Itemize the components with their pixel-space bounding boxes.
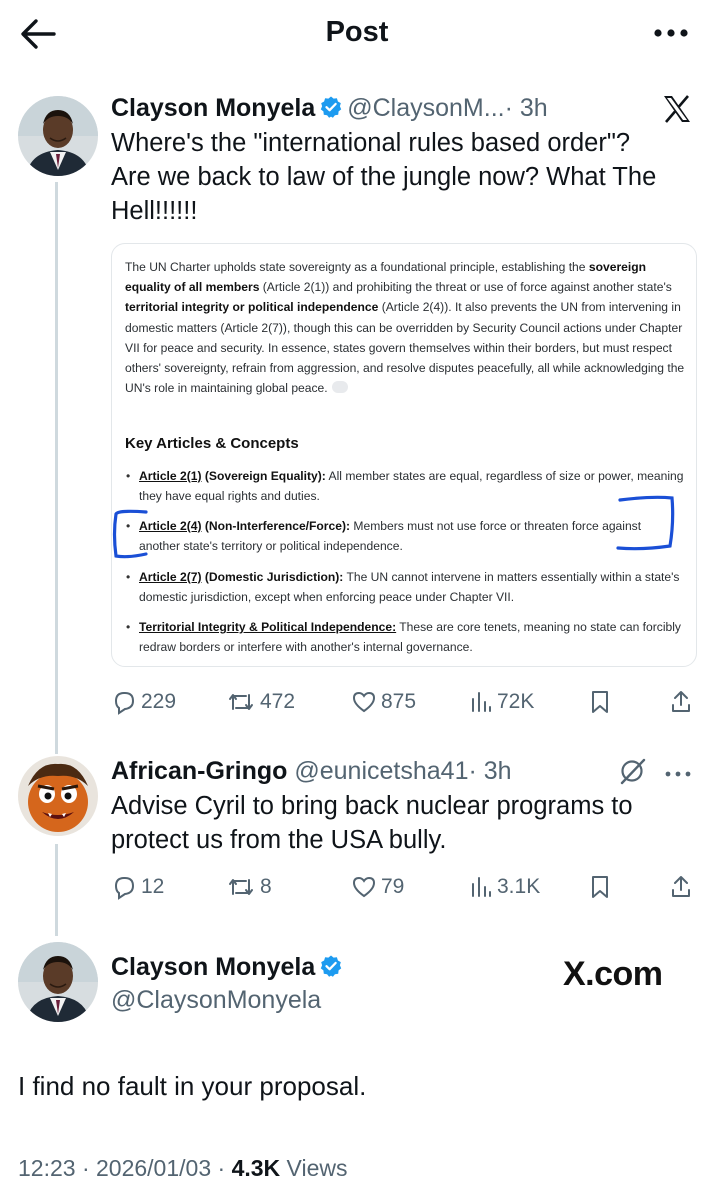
reply-button[interactable]: 12 xyxy=(111,872,164,902)
verified-badge-icon xyxy=(319,954,343,985)
views-button[interactable]: 3.1K xyxy=(469,872,540,902)
analytics-icon xyxy=(472,877,491,897)
repost-button[interactable]: 472 xyxy=(226,687,295,717)
focused-handle-row: @ClaysonMonyela xyxy=(111,985,321,1015)
reply-icon xyxy=(114,692,135,715)
post-meta: 12:23 · 2026/01/03 · 4.3K Views xyxy=(18,1155,347,1182)
reply-author-avatar[interactable] xyxy=(18,756,98,836)
post-text-line: Where's the "international rules based o… xyxy=(111,129,631,157)
pen-bracket-right-icon xyxy=(616,495,675,551)
person-photo-icon xyxy=(18,942,98,1022)
post-time[interactable]: · 3h xyxy=(505,94,548,122)
author-name[interactable]: Clayson Monyela xyxy=(111,94,315,122)
share-button[interactable] xyxy=(669,872,697,902)
reply-author-handle[interactable]: @eunicetsha41 xyxy=(294,757,468,785)
focused-author-name[interactable]: Clayson Monyela xyxy=(111,953,315,981)
author-handle[interactable]: @ClaysonM... xyxy=(347,94,504,122)
reply-more-button[interactable] xyxy=(664,766,692,784)
post-timestamp[interactable]: 12:23 · 2026/01/03 · xyxy=(18,1155,232,1181)
bookmark-icon xyxy=(592,691,608,713)
reply-text: Advise Cyril to bring back nuclear progr… xyxy=(111,789,701,857)
views-button[interactable]: 72K xyxy=(469,687,534,717)
top-bar: Post xyxy=(0,0,714,70)
more-options-button[interactable] xyxy=(652,26,692,40)
embed-bullet: Article 2(1) (Sovereign Equality): All m… xyxy=(125,466,693,506)
bookmark-icon xyxy=(592,876,608,898)
post-text-line: Hell!!!!!! xyxy=(111,197,198,225)
repost-count: 472 xyxy=(260,690,296,713)
embed-section-title: Key Articles & Concepts xyxy=(125,435,299,452)
reply-header: African-Gringo @eunicetsha41· 3h xyxy=(111,756,512,786)
x-logo-icon xyxy=(662,95,692,128)
link-icon xyxy=(331,381,348,394)
reply-text-line: Advise Cyril to bring back nuclear progr… xyxy=(111,792,633,820)
reply-text-line: protect us from the USA bully. xyxy=(111,826,447,854)
heart-icon xyxy=(352,691,376,713)
embedded-image[interactable]: The UN Charter upholds state sovereignty… xyxy=(111,243,697,667)
author-avatar[interactable] xyxy=(18,96,98,176)
share-button[interactable] xyxy=(669,687,697,717)
verified-badge-icon xyxy=(319,95,343,126)
focused-post-text: I find no fault in your proposal. xyxy=(18,1071,367,1101)
share-icon xyxy=(672,691,690,712)
bookmark-button[interactable] xyxy=(589,687,615,717)
repost-button[interactable]: 8 xyxy=(226,872,272,902)
reply-count: 229 xyxy=(141,690,177,713)
views-count: 72K xyxy=(497,690,535,713)
grok-icon[interactable] xyxy=(618,756,648,791)
repost-icon xyxy=(229,879,253,895)
views-count: 3.1K xyxy=(497,875,541,898)
like-count: 79 xyxy=(381,875,405,898)
repost-icon xyxy=(229,694,253,710)
focused-author-avatar[interactable] xyxy=(18,942,98,1022)
reply-count: 12 xyxy=(141,875,165,898)
repost-count: 8 xyxy=(260,875,272,898)
like-button[interactable]: 79 xyxy=(351,872,404,902)
focused-post-header: Clayson Monyela xyxy=(111,952,347,985)
views-count: 4.3K xyxy=(231,1155,281,1181)
reply-icon xyxy=(114,877,135,900)
bookmark-button[interactable] xyxy=(589,872,615,902)
embed-bullet: Territorial Integrity & Political Indepe… xyxy=(125,617,693,657)
thread-line xyxy=(55,182,58,754)
reply-author-name[interactable]: African-Gringo xyxy=(111,757,287,785)
x-com-watermark: X.com xyxy=(563,955,663,993)
reply-button[interactable]: 229 xyxy=(111,687,176,717)
page-title: Post xyxy=(325,16,389,48)
person-photo-icon xyxy=(18,96,98,176)
views-label: Views xyxy=(280,1155,348,1181)
analytics-icon xyxy=(472,692,491,712)
embed-bullet: Article 2(4) (Non-Interference/Force): M… xyxy=(125,516,645,556)
reply-action-bar: 12 8 79 3.1K xyxy=(111,872,701,902)
post-text: Where's the "international rules based o… xyxy=(111,126,701,228)
embed-bullet: Article 2(7) (Domestic Jurisdiction): Th… xyxy=(125,567,693,607)
thread-line xyxy=(55,844,58,936)
more-dots-icon xyxy=(665,771,691,777)
like-button[interactable]: 875 xyxy=(351,687,416,717)
post-header: Clayson Monyela @ClaysonM...· 3h xyxy=(111,93,548,126)
pen-bracket-left-icon xyxy=(112,509,148,559)
post-action-bar: 229 472 875 72K xyxy=(111,687,701,717)
more-dots-icon xyxy=(654,29,688,37)
post-text-line: Are we back to law of the jungle now? Wh… xyxy=(111,163,657,191)
cartoon-avatar-icon xyxy=(18,756,98,836)
heart-icon xyxy=(352,876,376,898)
share-icon xyxy=(672,876,690,897)
embed-intro: The UN Charter upholds state sovereignty… xyxy=(125,260,685,396)
like-count: 875 xyxy=(381,690,417,713)
focused-author-handle[interactable]: @ClaysonMonyela xyxy=(111,986,321,1014)
reply-time[interactable]: · 3h xyxy=(468,757,511,785)
